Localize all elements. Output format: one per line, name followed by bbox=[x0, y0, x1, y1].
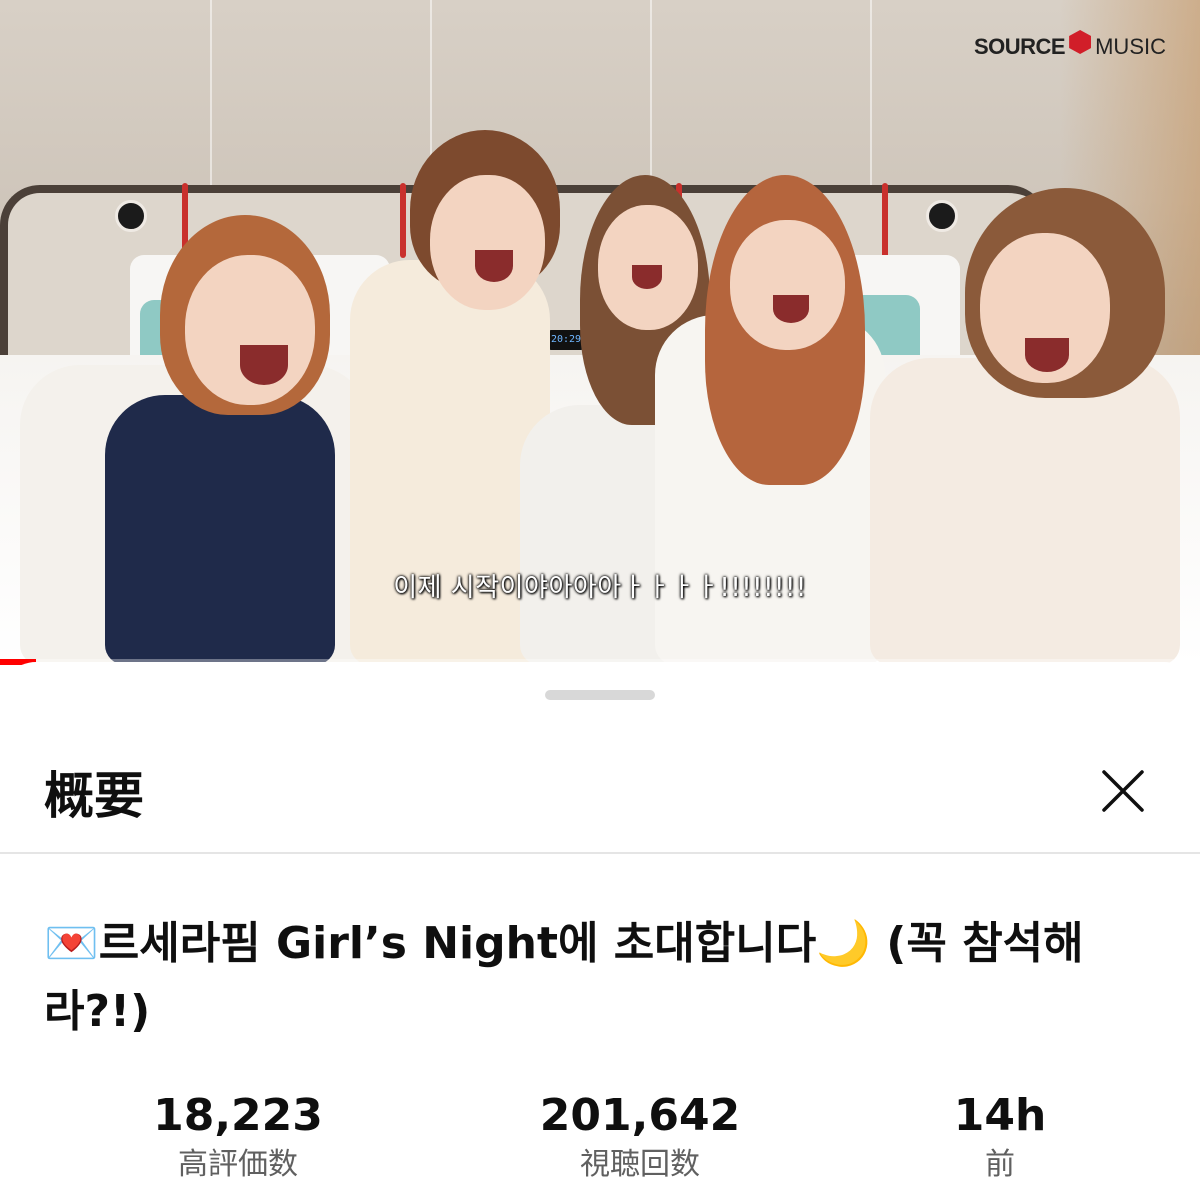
upload-age-value: 14h bbox=[953, 1090, 1047, 1141]
video-caption: 이제 시작이야아아아ㅏㅏㅏㅏ!!!!!!!! bbox=[393, 573, 807, 603]
wall-panel bbox=[870, 0, 872, 200]
likes-stat: 18,223 高評価数 bbox=[138, 1090, 338, 1186]
close-x-icon bbox=[1102, 770, 1144, 812]
watermark-brand-regular: MUSIC bbox=[1095, 34, 1166, 59]
sheet-header: 概要 bbox=[0, 742, 1200, 854]
close-button[interactable] bbox=[1092, 760, 1154, 822]
views-label: 視聴回数 bbox=[580, 1147, 700, 1182]
video-title: 💌르세라핌 Girl’s Night에 초대합니다🌙 (꼭 참석해라?!) bbox=[44, 918, 1084, 1037]
views-count: 201,642 bbox=[539, 1090, 741, 1141]
watermark-hexagon-icon bbox=[1069, 30, 1092, 54]
upload-age-label: 前 bbox=[985, 1147, 1015, 1182]
likes-count: 18,223 bbox=[153, 1090, 323, 1141]
views-stat: 201,642 視聴回数 bbox=[530, 1090, 750, 1186]
wall-panel bbox=[210, 0, 212, 200]
channel-watermark: SOURCE MUSIC bbox=[973, 30, 1166, 62]
drag-handle[interactable] bbox=[545, 690, 655, 700]
sheet-title: 概要 bbox=[44, 767, 144, 825]
upload-age-stat: 14h 前 bbox=[930, 1090, 1070, 1186]
video-player[interactable]: 20:29 SOURCE MUSIC 이제 시작이야아아아ㅏㅏㅏㅏ!!!!!!!… bbox=[0, 0, 1200, 665]
description-sheet: 概要 💌르세라핌 Girl’s Night에 초대합니다🌙 (꼭 참석해라?!)… bbox=[0, 662, 1200, 1198]
watermark-brand-bold: SOURCE bbox=[973, 34, 1066, 59]
video-stats: 18,223 高評価数 201,642 視聴回数 14h 前 bbox=[0, 1090, 1200, 1198]
likes-label: 高評価数 bbox=[178, 1147, 298, 1182]
wall-panel bbox=[650, 0, 652, 200]
